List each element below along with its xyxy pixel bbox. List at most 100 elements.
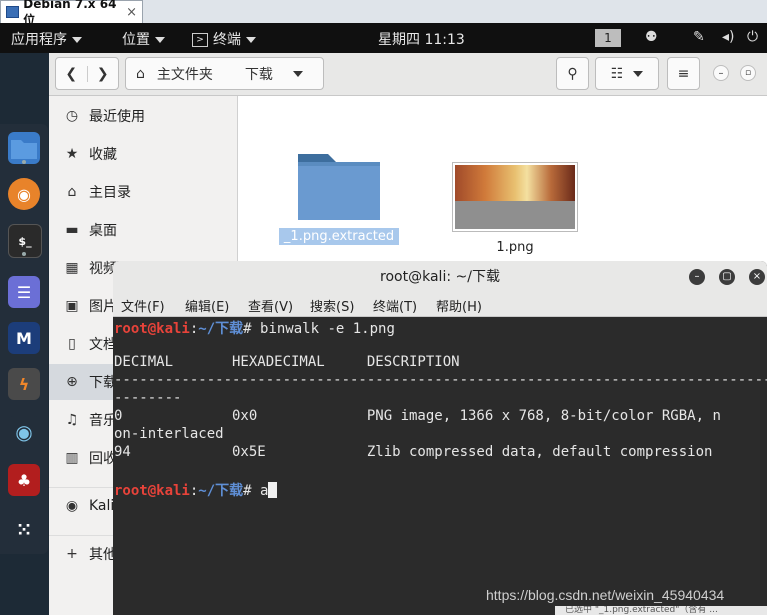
list-icon: ☷ <box>610 65 624 82</box>
output-header: DECIMAL HEXADECIMAL DESCRIPTION <box>114 354 460 370</box>
firefox-icon[interactable]: ◉ <box>8 178 40 210</box>
running-indicator <box>22 252 26 256</box>
folder-icon <box>298 154 380 220</box>
prompt-path: ~/下载 <box>198 483 244 499</box>
running-indicator <box>22 160 26 164</box>
terminal-app-label: 终端 <box>213 32 241 48</box>
eye-icon[interactable]: ◉ <box>8 416 40 448</box>
trash-icon: ▥ <box>65 450 79 466</box>
terminal-app-menu[interactable]: > 终端 <box>192 29 256 49</box>
path-bar: ⌂ 主文件夹 下载 <box>125 57 324 90</box>
show-apps-icon[interactable]: ⁙ <box>8 514 40 546</box>
chevron-down-icon[interactable] <box>292 70 303 77</box>
chevron-down-icon <box>155 37 165 43</box>
home-icon[interactable]: ⌂ <box>136 66 145 82</box>
notes-icon[interactable]: ☰ <box>8 276 40 308</box>
workspace-indicator[interactable]: 1 <box>595 29 621 47</box>
menu-file[interactable]: 文件(F) <box>121 296 165 315</box>
sidebar-item-label: 主目录 <box>89 185 131 201</box>
watermark: https://blog.csdn.net/weixin_45940434 <box>486 587 725 603</box>
folder-name: _1.png.extracted <box>278 228 400 245</box>
places-label: 位置 <box>122 32 150 48</box>
menu-view[interactable]: 查看(V) <box>248 296 293 315</box>
applications-label: 应用程序 <box>11 32 67 48</box>
search-icon[interactable]: ⚲ <box>556 57 589 90</box>
image-name: 1.png <box>496 240 534 255</box>
vm-icon <box>6 6 20 18</box>
vm-tab[interactable]: Debian 7.x 64 位 × <box>0 0 143 27</box>
dock: ◉ $_ ☰ M ϟ ◉ ♣ ⁙ <box>0 124 48 554</box>
close-icon[interactable]: × <box>126 5 137 20</box>
menu-help[interactable]: 帮助(H) <box>436 296 482 315</box>
folder-item[interactable]: _1.png.extracted <box>276 146 402 245</box>
output-separator: ----------------------------------------… <box>114 372 767 388</box>
applications-menu[interactable]: 应用程序 <box>11 29 82 49</box>
terminal-icon: > <box>192 33 208 47</box>
disc-icon: ◉ <box>65 498 79 514</box>
prompt-line: root@kali:~/下载# a <box>114 480 278 500</box>
prompt-line: root@kali:~/下载# binwalk -e 1.png <box>114 321 395 337</box>
minimize-icon[interactable]: – <box>713 65 729 81</box>
forward-icon[interactable]: ❯ <box>86 65 119 82</box>
sidebar-item-desktop[interactable]: ▬ 桌面 <box>49 212 237 248</box>
output-row: 0 0x0 PNG image, 1366 x 768, 8-bit/color… <box>114 408 721 424</box>
volume-icon[interactable]: ◂) <box>722 29 735 45</box>
terminal-output[interactable]: root@kali:~/下载# binwalk -e 1.png DECIMAL… <box>113 317 767 615</box>
sidebar-item-label: 收藏 <box>89 147 117 163</box>
picture-icon: ▣ <box>65 298 79 314</box>
output-row-wrap: on-interlaced <box>114 426 224 442</box>
menu-icon[interactable]: ≡ <box>667 57 700 90</box>
download-icon: ⊕ <box>66 374 78 390</box>
status-popup: 已选中 "_1.png.extracted"（含有 ... <box>555 606 767 615</box>
path-home[interactable]: 主文件夹 <box>157 64 213 84</box>
star-icon: ★ <box>65 146 79 162</box>
desktop-icon: ▬ <box>65 222 79 238</box>
maximize-icon[interactable]: ▫ <box>740 65 756 81</box>
cherry-icon[interactable]: ♣ <box>8 464 40 496</box>
terminal-menubar: 文件(F) 编辑(E) 查看(V) 搜索(S) 终端(T) 帮助(H) <box>113 293 767 317</box>
sidebar-item-starred[interactable]: ★ 收藏 <box>49 136 237 172</box>
minimize-icon[interactable]: – <box>689 269 705 285</box>
back-icon[interactable]: ❮ <box>56 66 87 82</box>
top-bar: 应用程序 位置 > 终端 星期四 11:13 1 ⚉ ✎ ◂) ⏻ <box>0 23 767 53</box>
prompt-user: root@kali <box>114 321 190 337</box>
power-icon[interactable]: ⏻ <box>747 29 758 45</box>
sidebar-item-label: 最近使用 <box>89 109 145 125</box>
chevron-down-icon <box>72 37 82 43</box>
music-icon: ♫ <box>65 412 79 428</box>
output-row: 94 0x5E Zlib compressed data, default co… <box>114 444 713 460</box>
command-text: binwalk -e 1.png <box>260 321 395 337</box>
chevron-down-icon <box>633 70 644 77</box>
home-icon: ⌂ <box>67 184 77 200</box>
sidebar-item-label: 桌面 <box>89 223 117 239</box>
prompt-user: root@kali <box>114 483 190 499</box>
users-icon[interactable]: ⚉ <box>645 29 658 45</box>
command-text: a <box>260 483 269 499</box>
terminal-title: root@kali: ~/下载 <box>113 261 767 293</box>
close-icon[interactable]: × <box>749 269 765 285</box>
menu-edit[interactable]: 编辑(E) <box>185 296 229 315</box>
prompt-path: ~/下载 <box>198 321 244 337</box>
output-separator-wrap: -------- <box>114 390 182 406</box>
clock-icon: ◷ <box>65 108 79 124</box>
video-icon: ▦ <box>65 260 79 276</box>
metasploit-icon[interactable]: M <box>8 322 40 354</box>
text-cursor <box>268 482 278 498</box>
maximize-icon[interactable]: ▢ <box>719 269 735 285</box>
view-mode-button[interactable]: ☷ <box>595 57 659 90</box>
sidebar-item-recent[interactable]: ◷ 最近使用 <box>49 98 237 134</box>
menu-terminal[interactable]: 终端(T) <box>373 296 417 315</box>
path-current[interactable]: 下载 <box>245 64 273 84</box>
menu-search[interactable]: 搜索(S) <box>310 296 354 315</box>
plus-icon: + <box>66 546 78 562</box>
document-icon: ▯ <box>68 336 76 352</box>
network-icon[interactable]: ✎ <box>693 29 705 45</box>
clock[interactable]: 星期四 11:13 <box>378 29 465 49</box>
image-thumbnail <box>452 162 578 232</box>
burpsuite-icon[interactable]: ϟ <box>8 368 40 400</box>
places-menu[interactable]: 位置 <box>122 29 165 49</box>
sidebar-item-home[interactable]: ⌂ 主目录 <box>49 174 237 210</box>
nav-buttons: ❮ ❯ <box>55 57 119 90</box>
image-item[interactable]: 1.png <box>451 162 579 255</box>
terminal-window: root@kali: ~/下载 – ▢ × 文件(F) 编辑(E) 查看(V) … <box>113 261 767 615</box>
